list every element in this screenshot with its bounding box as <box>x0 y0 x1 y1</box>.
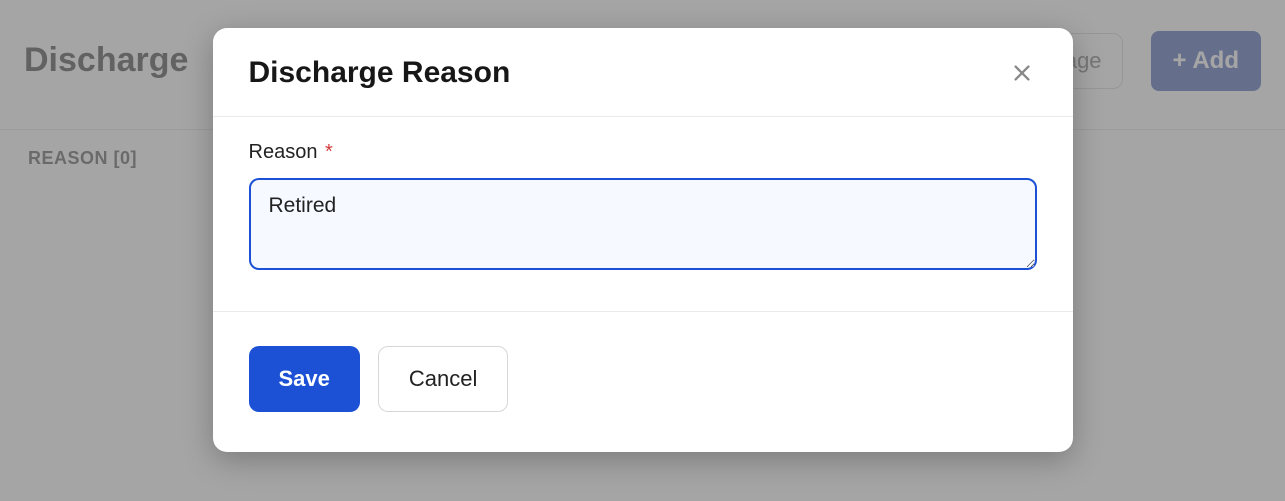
modal-body: Reason * <box>213 117 1073 311</box>
close-icon <box>1011 62 1033 84</box>
discharge-reason-modal: Discharge Reason Reason * Save Cancel <box>213 28 1073 452</box>
reason-input[interactable] <box>249 178 1037 270</box>
save-button[interactable]: Save <box>249 346 360 412</box>
modal-title: Discharge Reason <box>249 56 511 90</box>
reason-label: Reason * <box>249 141 1037 164</box>
modal-footer: Save Cancel <box>213 311 1073 452</box>
close-button[interactable] <box>1007 58 1037 88</box>
modal-header: Discharge Reason <box>213 28 1073 117</box>
cancel-button[interactable]: Cancel <box>378 346 508 412</box>
reason-label-text: Reason <box>249 141 318 163</box>
required-indicator: * <box>325 141 333 163</box>
modal-overlay[interactable]: Discharge Reason Reason * Save Cancel <box>0 0 1285 501</box>
